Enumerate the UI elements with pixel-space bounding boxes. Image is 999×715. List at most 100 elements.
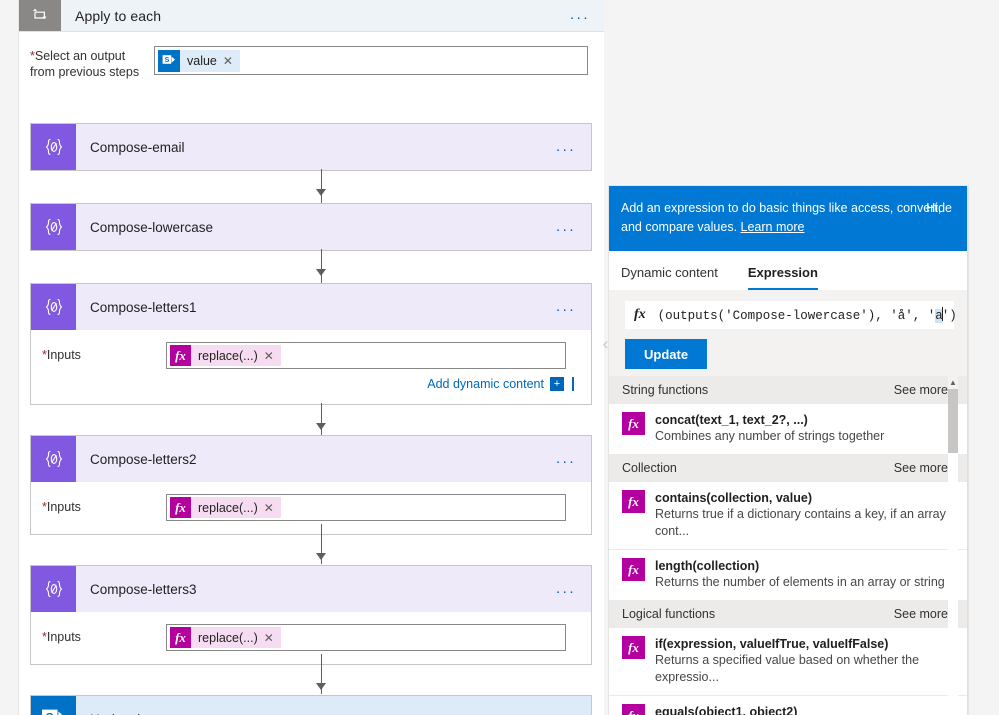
function-item-contains[interactable]: fx contains(collection, value) Returns t… xyxy=(609,482,968,549)
function-item-if[interactable]: fx if(expression, valueIfTrue, valueIfFa… xyxy=(609,628,968,695)
action-overflow-menu[interactable]: ... xyxy=(556,299,576,314)
function-group-label: String functions xyxy=(622,383,709,397)
function-group-label: Logical functions xyxy=(622,607,716,621)
action-header[interactable]: Compose-letters2 ... xyxy=(31,436,591,482)
action-card-update-item[interactable]: S Update item ... xyxy=(30,695,592,715)
hide-banner-button[interactable]: Hide xyxy=(926,199,952,218)
function-description: Returns the number of elements in an arr… xyxy=(655,575,945,589)
action-body: *Inputs fx replace(...) ✕ xyxy=(31,612,591,664)
function-list-scrollbar-thumb[interactable] xyxy=(948,389,958,453)
function-group-header-collection: Collection See more xyxy=(609,454,968,482)
fx-icon: fx xyxy=(170,497,191,518)
function-signature: concat(text_1, text_2?, ...) xyxy=(655,413,808,427)
inputs-label: *Inputs xyxy=(42,624,166,644)
expression-prefix: (outputs('Compose-lowercase'), 'å', ' xyxy=(657,309,936,323)
action-header[interactable]: Compose-email ... xyxy=(31,124,591,170)
action-header[interactable]: Compose-letters1 ... xyxy=(31,284,591,330)
see-more-link[interactable]: See more xyxy=(894,383,948,397)
action-card-compose-lowercase[interactable]: Compose-lowercase ... xyxy=(30,203,592,251)
svg-text:S: S xyxy=(45,711,53,715)
inputs-field[interactable]: fx replace(...) ✕ xyxy=(166,342,566,369)
function-group-label: Collection xyxy=(622,461,677,475)
inputs-field[interactable]: fx replace(...) ✕ xyxy=(166,624,566,651)
action-overflow-menu[interactable]: ... xyxy=(556,451,576,466)
function-description: Returns a specified value based on wheth… xyxy=(655,653,920,684)
value-token[interactable]: S value ✕ xyxy=(158,49,240,72)
fx-icon: fx xyxy=(170,627,191,648)
sharepoint-icon: S xyxy=(158,49,180,72)
expression-token-label: replace(...) xyxy=(198,500,258,515)
panel-collapse-chevron-icon[interactable]: ‹ xyxy=(600,327,611,361)
expression-suffix: ') xyxy=(941,309,957,323)
action-header[interactable]: Compose-lowercase ... xyxy=(31,204,591,250)
close-icon[interactable]: ✕ xyxy=(223,54,240,68)
action-card-compose-letters3[interactable]: Compose-letters3 ... *Inputs fx replace(… xyxy=(30,565,592,665)
function-description: Returns true if a dictionary contains a … xyxy=(655,507,946,538)
expression-token[interactable]: fx replace(...) ✕ xyxy=(170,627,281,648)
close-icon[interactable]: ✕ xyxy=(264,631,281,645)
connector-arrow xyxy=(316,423,326,430)
canvas-left-rail xyxy=(0,0,19,715)
select-output-label-line2: from previous steps xyxy=(30,65,140,79)
inputs-field[interactable]: fx replace(...) ✕ xyxy=(166,494,566,521)
action-header[interactable]: Compose-letters3 ... xyxy=(31,566,591,612)
expression-input-wrap: fx (outputs('Compose-lowercase'), 'å', '… xyxy=(609,290,968,329)
action-overflow-menu[interactable]: ... xyxy=(556,139,576,154)
compose-icon xyxy=(31,204,76,250)
function-group-header-logical: Logical functions See more xyxy=(609,600,968,628)
apply-to-each-overflow-menu[interactable]: ... xyxy=(570,7,590,22)
tab-dynamic-content[interactable]: Dynamic content xyxy=(621,265,724,290)
fx-icon: fx xyxy=(622,704,645,715)
action-title: Compose-letters2 xyxy=(90,451,197,467)
update-button[interactable]: Update xyxy=(625,339,708,369)
expression-token-label: replace(...) xyxy=(198,630,258,645)
action-card-compose-email[interactable]: Compose-email ... xyxy=(30,123,592,171)
action-body: *Inputs fx replace(...) ✕ Add dynamic co… xyxy=(31,330,591,404)
action-overflow-menu[interactable]: ... xyxy=(556,219,576,234)
close-icon[interactable]: ✕ xyxy=(264,501,281,515)
expression-input[interactable]: fx (outputs('Compose-lowercase'), 'å', '… xyxy=(625,301,957,329)
function-item-concat[interactable]: fx concat(text_1, text_2?, ...) Combines… xyxy=(609,404,968,454)
add-dynamic-content-row: Add dynamic content + xyxy=(31,369,591,391)
apply-to-each-card[interactable]: Apply to each ... *Select an output from… xyxy=(19,0,604,715)
plus-icon: + xyxy=(550,377,564,391)
close-icon[interactable]: ✕ xyxy=(264,349,281,363)
expression-token-label: replace(...) xyxy=(198,348,258,363)
function-item-length[interactable]: fx length(collection) Returns the number… xyxy=(609,549,968,600)
inputs-label-text: Inputs xyxy=(46,500,81,514)
tab-expression[interactable]: Expression xyxy=(747,265,824,290)
function-list: String functions See more fx concat(text… xyxy=(609,376,968,715)
connector-arrow xyxy=(316,553,326,560)
action-card-compose-letters1[interactable]: Compose-letters1 ... *Inputs fx replace(… xyxy=(30,283,592,405)
inputs-row: *Inputs fx replace(...) ✕ xyxy=(31,342,591,369)
inputs-label: *Inputs xyxy=(42,342,166,362)
inputs-label-text: Inputs xyxy=(46,348,81,362)
action-title: Compose-email xyxy=(90,139,185,155)
function-signature: length(collection) xyxy=(655,559,760,573)
action-title: Compose-letters3 xyxy=(90,581,197,597)
action-overflow-menu[interactable]: ... xyxy=(556,581,576,596)
function-item-equals[interactable]: fx equals(object1, object2) Returns true… xyxy=(609,695,968,715)
see-more-link[interactable]: See more xyxy=(894,607,948,621)
select-output-row: *Select an output from previous steps S … xyxy=(19,32,604,80)
add-dynamic-content-label: Add dynamic content xyxy=(427,377,544,391)
fx-icon: fx xyxy=(622,412,645,435)
expression-token[interactable]: fx replace(...) ✕ xyxy=(170,345,281,366)
apply-to-each-header[interactable]: Apply to each ... xyxy=(19,0,604,31)
flow-designer-canvas: Apply to each ... *Select an output from… xyxy=(0,0,604,715)
expression-token[interactable]: fx replace(...) ✕ xyxy=(170,497,281,518)
select-output-label-line1: Select an output xyxy=(34,49,126,63)
add-dynamic-content-button[interactable]: Add dynamic content + xyxy=(427,377,574,391)
panel-right-edge xyxy=(967,186,968,715)
expression-info-banner: Add an expression to do basic things lik… xyxy=(609,186,968,251)
learn-more-link[interactable]: Learn more xyxy=(741,220,805,234)
scroll-up-icon[interactable]: ▲ xyxy=(948,376,958,389)
select-output-field[interactable]: S value ✕ xyxy=(154,46,588,75)
select-output-label: *Select an output from previous steps xyxy=(30,46,154,80)
function-description: Combines any number of strings together xyxy=(655,429,885,443)
compose-icon xyxy=(31,284,76,330)
see-more-link[interactable]: See more xyxy=(894,461,948,475)
action-header[interactable]: S Update item ... xyxy=(31,696,591,715)
action-card-compose-letters2[interactable]: Compose-letters2 ... *Inputs fx replace(… xyxy=(30,435,592,535)
update-button-wrap: Update xyxy=(609,329,968,381)
